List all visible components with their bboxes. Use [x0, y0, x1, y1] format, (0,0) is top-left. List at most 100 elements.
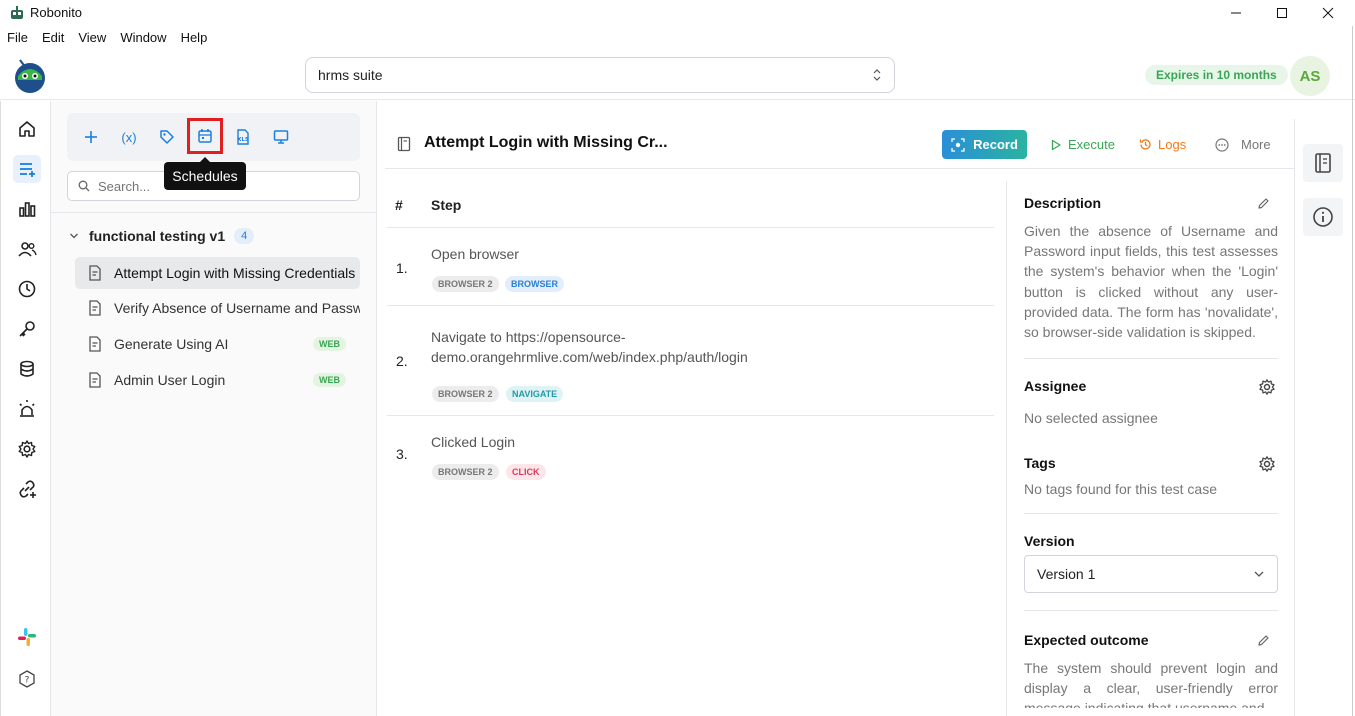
- slack-icon[interactable]: [13, 623, 41, 651]
- window-title: Robonito: [30, 5, 83, 20]
- step-tag-browser-instance: BROWSER 2: [432, 386, 499, 402]
- divider: [51, 212, 377, 213]
- tree-item-test-case[interactable]: Attempt Login with Missing Credentials (: [75, 257, 360, 289]
- menu-bar: File Edit View Window Help: [0, 28, 214, 48]
- test-case-icon: [88, 336, 102, 352]
- suite-select[interactable]: hrms suite: [305, 57, 895, 93]
- description-section: Description Given the absence of Usernam…: [1024, 195, 1278, 342]
- maximize-button[interactable]: [1259, 0, 1305, 26]
- users-icon[interactable]: [13, 235, 41, 263]
- execute-button[interactable]: Execute: [1050, 130, 1115, 159]
- close-window-button[interactable]: [1305, 0, 1351, 26]
- edit-pencil-icon[interactable]: [1257, 634, 1270, 647]
- minimize-button[interactable]: [1213, 0, 1259, 26]
- nav-rail: ?: [0, 101, 51, 716]
- robonito-logo-icon[interactable]: [12, 56, 48, 94]
- record-button[interactable]: Record: [942, 130, 1027, 159]
- folder-count-badge: 4: [234, 228, 255, 244]
- info-icon[interactable]: [1303, 198, 1343, 236]
- tree-toolbar: (x) XLS: [67, 113, 360, 161]
- menu-view[interactable]: View: [71, 28, 113, 48]
- license-expiry-badge: Expires in 10 months: [1145, 65, 1288, 85]
- variables-button[interactable]: (x): [117, 125, 141, 149]
- suite-select-value: hrms suite: [318, 67, 383, 83]
- record-label: Record: [973, 137, 1018, 152]
- tags-section: Tags No tags found for this test case: [1024, 455, 1278, 499]
- version-title: Version: [1024, 533, 1075, 549]
- assignee-value: No selected assignee: [1024, 410, 1158, 426]
- tag-icon[interactable]: [155, 125, 179, 149]
- expected-outcome-title: Expected outcome: [1024, 632, 1149, 648]
- key-icon[interactable]: [13, 315, 41, 343]
- menu-edit[interactable]: Edit: [35, 28, 71, 48]
- record-icon: [951, 137, 965, 152]
- assignee-section: Assignee No selected assignee: [1024, 378, 1278, 428]
- divider: [1024, 513, 1278, 514]
- chevron-updown-icon: [872, 68, 882, 82]
- tree-item-label: Admin User Login: [114, 372, 226, 388]
- version-section: Version: [1024, 533, 1278, 549]
- app-logo-icon: [9, 5, 25, 21]
- folder-functional-testing[interactable]: functional testing v1 4: [69, 225, 255, 247]
- menu-window[interactable]: Window: [113, 28, 173, 48]
- tags-title: Tags: [1024, 455, 1056, 471]
- more-dots-icon: [1215, 137, 1229, 152]
- help-icon[interactable]: ?: [13, 665, 41, 693]
- monitor-icon[interactable]: [269, 125, 293, 149]
- divider: [387, 227, 994, 228]
- assignee-title: Assignee: [1024, 378, 1087, 394]
- settings-gear-icon[interactable]: [13, 435, 41, 463]
- divider: [1024, 610, 1278, 611]
- reports-chart-icon[interactable]: [13, 195, 41, 223]
- notebook-icon[interactable]: [1303, 144, 1343, 182]
- menu-help[interactable]: Help: [174, 28, 215, 48]
- schedules-calendar-icon[interactable]: [187, 118, 223, 154]
- tags-value: No tags found for this test case: [1024, 481, 1217, 497]
- tree-item-test-case[interactable]: Admin User Login WEB: [75, 364, 360, 396]
- version-select[interactable]: Version 1: [1024, 555, 1278, 593]
- description-text: Given the absence of Username and Passwo…: [1024, 223, 1278, 341]
- step-tag-action: BROWSER: [505, 276, 564, 292]
- step-title: Open browser: [431, 246, 519, 262]
- more-button[interactable]: More: [1215, 130, 1271, 159]
- chevron-down-icon: [1253, 568, 1265, 580]
- platform-badge: WEB: [313, 373, 346, 387]
- step-title: Clicked Login: [431, 434, 516, 450]
- logs-button[interactable]: Logs: [1139, 130, 1186, 159]
- menu-file[interactable]: File: [0, 28, 35, 48]
- expected-outcome-text: The system should prevent login and disp…: [1024, 660, 1278, 708]
- search-icon: [78, 180, 90, 192]
- version-select-value: Version 1: [1037, 566, 1096, 582]
- divider: [387, 415, 994, 416]
- database-icon[interactable]: [13, 355, 41, 383]
- integration-link-icon[interactable]: [13, 475, 41, 503]
- chevron-down-icon[interactable]: [69, 231, 79, 241]
- user-avatar[interactable]: AS: [1290, 56, 1330, 96]
- divider: [1006, 181, 1007, 716]
- alert-siren-icon[interactable]: [13, 395, 41, 423]
- step-title: Navigate to https://opensource-demo.oran…: [431, 329, 748, 365]
- divider: [385, 168, 1295, 169]
- gear-icon[interactable]: [1258, 378, 1276, 396]
- history-icon: [1139, 138, 1152, 151]
- divider: [1024, 358, 1278, 359]
- test-case-icon: [88, 265, 102, 281]
- tree-item-label: Generate Using AI: [114, 336, 229, 352]
- gear-icon[interactable]: [1258, 455, 1276, 473]
- platform-badge: WEB: [313, 337, 346, 351]
- excel-import-icon[interactable]: XLS: [231, 125, 255, 149]
- edit-pencil-icon[interactable]: [1257, 197, 1270, 210]
- step-number: 2.: [396, 353, 408, 369]
- home-icon[interactable]: [13, 115, 41, 143]
- tree-item-test-case[interactable]: Verify Absence of Username and Password: [75, 292, 360, 324]
- history-clock-icon[interactable]: [13, 275, 41, 303]
- step-tag-action: NAVIGATE: [506, 386, 564, 402]
- test-case-icon: [88, 372, 102, 388]
- svg-text:?: ?: [25, 676, 30, 686]
- test-cases-icon[interactable]: [13, 155, 41, 183]
- test-case-detail: Attempt Login with Missing Cr... Record …: [377, 101, 1295, 716]
- add-icon[interactable]: [79, 125, 103, 149]
- logs-label: Logs: [1158, 137, 1187, 152]
- step-tag-action: CLICK: [506, 464, 546, 480]
- tree-item-test-case[interactable]: Generate Using AI WEB: [75, 328, 360, 360]
